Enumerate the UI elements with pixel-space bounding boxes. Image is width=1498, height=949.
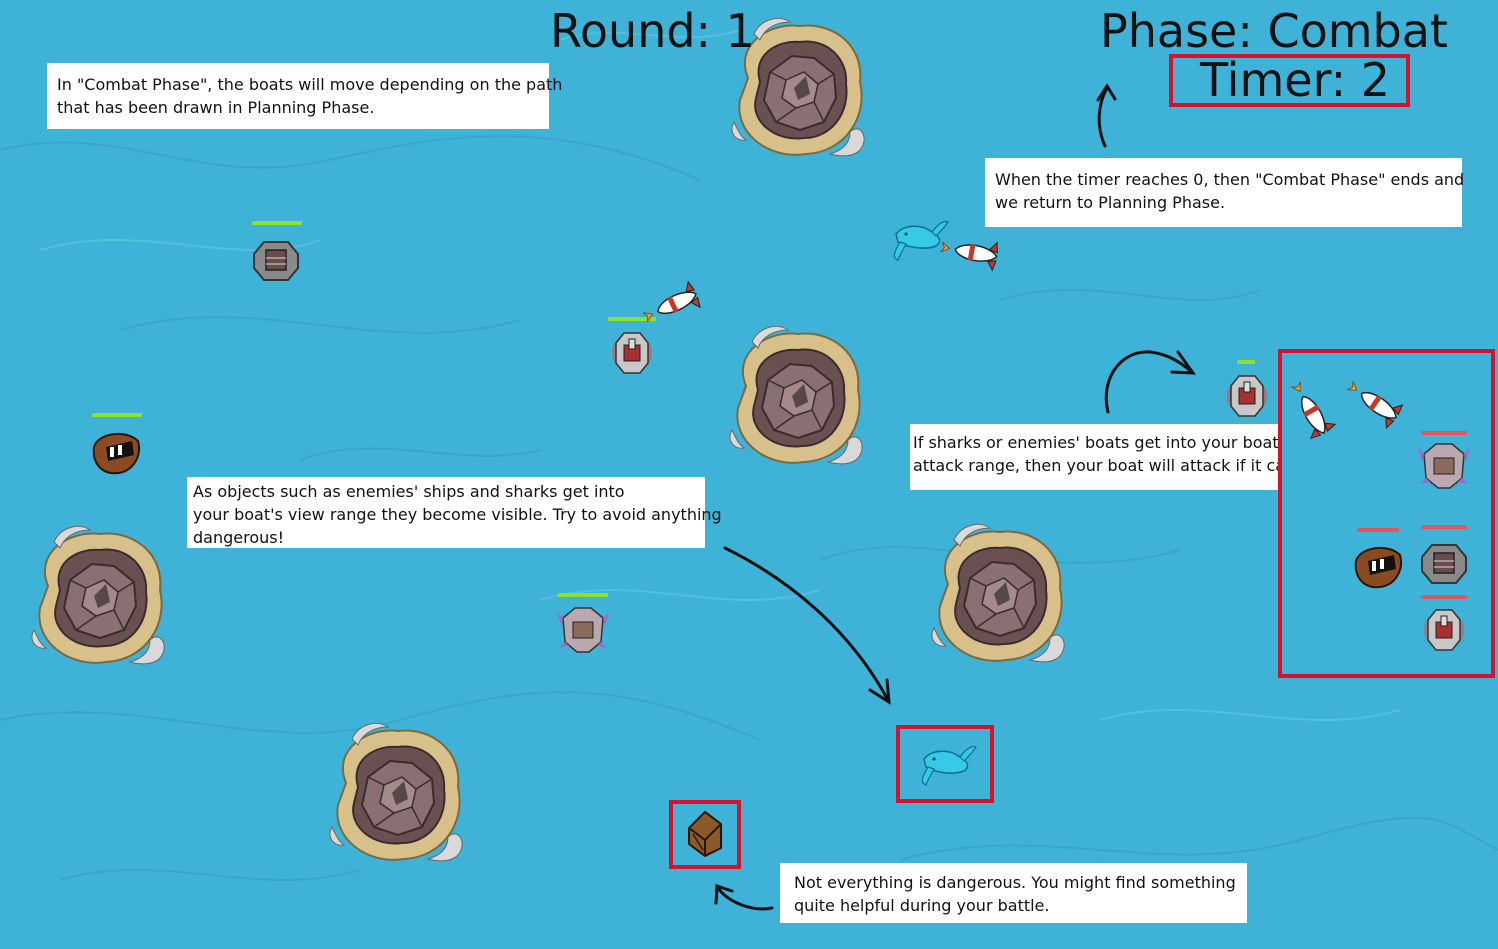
rock-island-icon <box>30 525 166 665</box>
boat-icon[interactable] <box>1226 375 1268 417</box>
rock-island-icon <box>728 325 864 465</box>
rock-island-icon <box>328 722 464 862</box>
crate-highlight <box>669 800 741 869</box>
arrow-to-enemy-boat <box>1104 350 1194 414</box>
rocket-projectile-icon <box>638 280 703 331</box>
health-bar <box>92 413 142 417</box>
health-bar <box>252 221 302 225</box>
boat-icon[interactable] <box>611 332 653 374</box>
round-counter: Round: 1 <box>550 4 755 58</box>
shark-highlight <box>896 725 994 803</box>
view-range-note: As objects such as enemies' ships and sh… <box>187 477 722 548</box>
health-bar <box>558 593 608 597</box>
timer-end-note: When the timer reaches 0, then "Combat P… <box>985 158 1464 227</box>
boat-icon[interactable] <box>253 241 299 281</box>
rocket-projectile-icon <box>938 232 1000 272</box>
combat-phase-note: In "Combat Phase", the boats will move d… <box>47 63 562 129</box>
arrow-to-shark <box>723 546 890 702</box>
attack-range-note: If sharks or enemies' boats get into you… <box>910 424 1278 490</box>
shark-icon[interactable] <box>893 220 949 261</box>
health-bar <box>1237 360 1255 364</box>
timer-highlight <box>1169 54 1410 107</box>
water-highlights <box>39 29 1401 721</box>
phase-label: Phase: Combat <box>1100 4 1448 58</box>
boat-icon[interactable] <box>92 432 141 475</box>
enemy-fleet-highlight <box>1278 349 1495 678</box>
boat-icon[interactable] <box>556 607 610 653</box>
arrow-to-crate <box>716 886 774 911</box>
not-dangerous-note: Not everything is dangerous. You might f… <box>780 863 1247 923</box>
rock-island-icon <box>930 523 1066 663</box>
